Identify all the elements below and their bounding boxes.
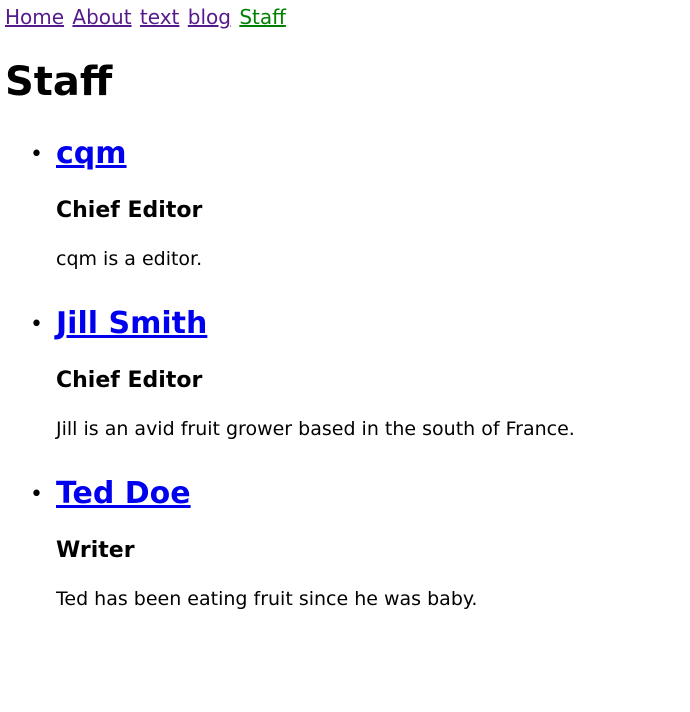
list-item: • cqm Chief Editor cqm is a editor. bbox=[30, 134, 676, 304]
staff-name-link[interactable]: cqm bbox=[56, 134, 676, 174]
staff-name-link[interactable]: Ted Doe bbox=[56, 474, 676, 514]
staff-role: Chief Editor bbox=[56, 198, 203, 223]
staff-name-link[interactable]: Jill Smith bbox=[56, 304, 676, 344]
staff-list: • cqm Chief Editor cqm is a editor. • Ji… bbox=[0, 134, 676, 644]
staff-role: Chief Editor bbox=[56, 368, 203, 393]
bullet-icon: • bbox=[30, 482, 43, 507]
bullet-icon: • bbox=[30, 312, 43, 337]
bullet-icon: • bbox=[30, 142, 43, 167]
nav-link-about[interactable]: About bbox=[72, 5, 131, 29]
staff-role: Writer bbox=[56, 538, 135, 563]
page-title: Staff bbox=[5, 59, 113, 105]
staff-bio: Ted has been eating fruit since he was b… bbox=[56, 588, 478, 610]
list-item: • Jill Smith Chief Editor Jill is an avi… bbox=[30, 304, 676, 474]
staff-bio: cqm is a editor. bbox=[56, 248, 203, 270]
list-item: • Ted Doe Writer Ted has been eating fru… bbox=[30, 474, 676, 644]
staff-bio: Jill is an avid fruit grower based in th… bbox=[56, 418, 575, 440]
nav-link-text[interactable]: text bbox=[140, 5, 179, 29]
nav-link-blog[interactable]: blog bbox=[188, 5, 231, 29]
top-nav: Home About text blog Staff bbox=[5, 3, 288, 31]
nav-link-home[interactable]: Home bbox=[5, 5, 64, 29]
nav-link-staff[interactable]: Staff bbox=[239, 5, 286, 29]
